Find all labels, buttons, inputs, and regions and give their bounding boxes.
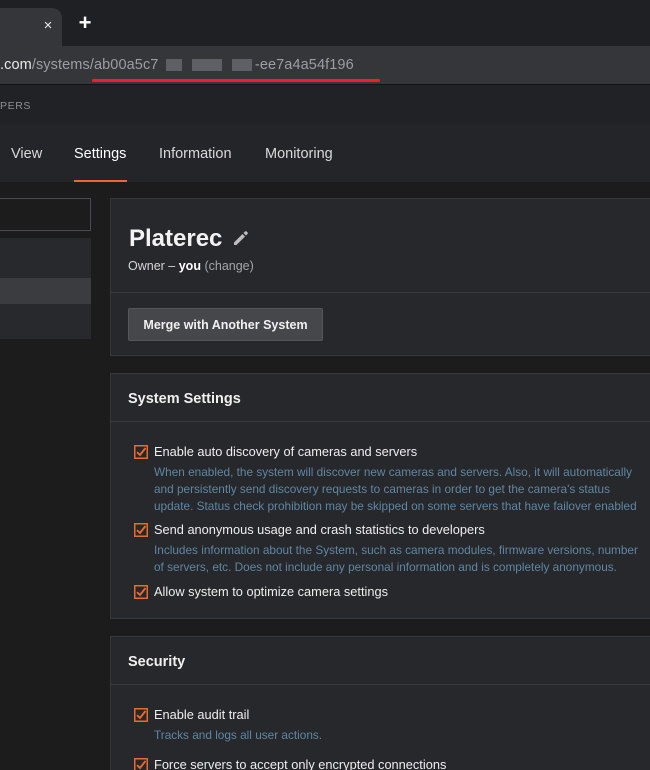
audit-trail-label[interactable]: Enable audit trail [154,707,249,722]
active-tab-indicator [74,180,127,182]
panel-header: Security [111,637,650,685]
system-info-panel: Platerec Owner – you (change) Merge with… [110,198,650,356]
usage-statistics-description: Includes information about the System, s… [154,542,650,576]
system-settings-panel: System Settings Enable auto discovery of… [110,373,650,619]
usage-statistics-label[interactable]: Send anonymous usage and crash statistic… [154,522,485,537]
panel-header: System Settings [111,374,650,422]
url-redaction [191,59,222,72]
app-top-bar: PERS [0,84,650,124]
checkbox-checked-icon[interactable] [134,758,148,770]
checkbox-checked-icon[interactable] [134,445,148,459]
sidebar-list [0,238,91,339]
sidebar-item[interactable] [0,304,91,339]
description-line: and persistently send discovery requests… [154,482,611,496]
owner-value: you [178,259,201,273]
divider [111,292,650,293]
nav-monitoring[interactable]: Monitoring [265,146,333,162]
description-line: of servers, etc. Does not include any pe… [154,560,617,574]
browser-tab-bar: × + [0,0,650,46]
brand-text: PERS [0,100,31,112]
owner-prefix: Owner – [128,259,176,273]
system-settings-title: System Settings [128,391,241,407]
close-tab-icon[interactable]: × [40,18,56,34]
checkbox-checked-icon[interactable] [134,708,148,722]
url-redaction [165,59,182,72]
url-host: .com [0,57,32,73]
merge-system-button[interactable]: Merge with Another System [128,308,323,341]
pencil-icon[interactable] [232,229,250,247]
url-redaction [231,59,252,72]
security-panel: Security Enable audit trail Tracks and l… [110,636,650,770]
main-nav: View Settings Information Monitoring [0,124,650,182]
nav-view[interactable]: View [11,146,42,162]
encrypted-connections-label[interactable]: Force servers to accept only encrypted c… [154,757,446,770]
description-line: Includes information about the System, s… [154,543,638,557]
annotation-underline [92,79,380,82]
audit-trail-description: Tracks and logs all user actions. [154,727,650,744]
description-line: When enabled, the system will discover n… [154,465,632,479]
change-owner-link[interactable]: (change) [204,259,253,273]
owner-line: Owner – you (change) [128,259,254,273]
url-text[interactable]: .com/systems/ab00a5c7 -ee7a4a54f196 [0,55,354,75]
sidebar-item-selected[interactable] [0,278,91,304]
browser-tab[interactable]: × [0,8,62,46]
auto-discovery-description: When enabled, the system will discover n… [154,464,650,515]
auto-discovery-label[interactable]: Enable auto discovery of cameras and ser… [154,444,417,459]
optimize-camera-label[interactable]: Allow system to optimize camera settings [154,584,388,599]
security-title: Security [128,654,186,670]
checkbox-checked-icon[interactable] [134,585,148,599]
checkbox-checked-icon[interactable] [134,523,148,537]
nav-settings[interactable]: Settings [74,146,126,162]
url-suffix: -ee7a4a54f196 [254,57,354,73]
url-path: /systems/ab00a5c7 [31,57,159,73]
new-tab-icon[interactable]: + [76,12,94,34]
sidebar-search-input[interactable] [0,198,91,231]
description-line: Tracks and logs all user actions. [154,728,323,742]
description-line: update. Status check prohibition may be … [154,499,637,513]
nav-information[interactable]: Information [159,146,232,162]
system-name: Platerec [129,225,223,252]
